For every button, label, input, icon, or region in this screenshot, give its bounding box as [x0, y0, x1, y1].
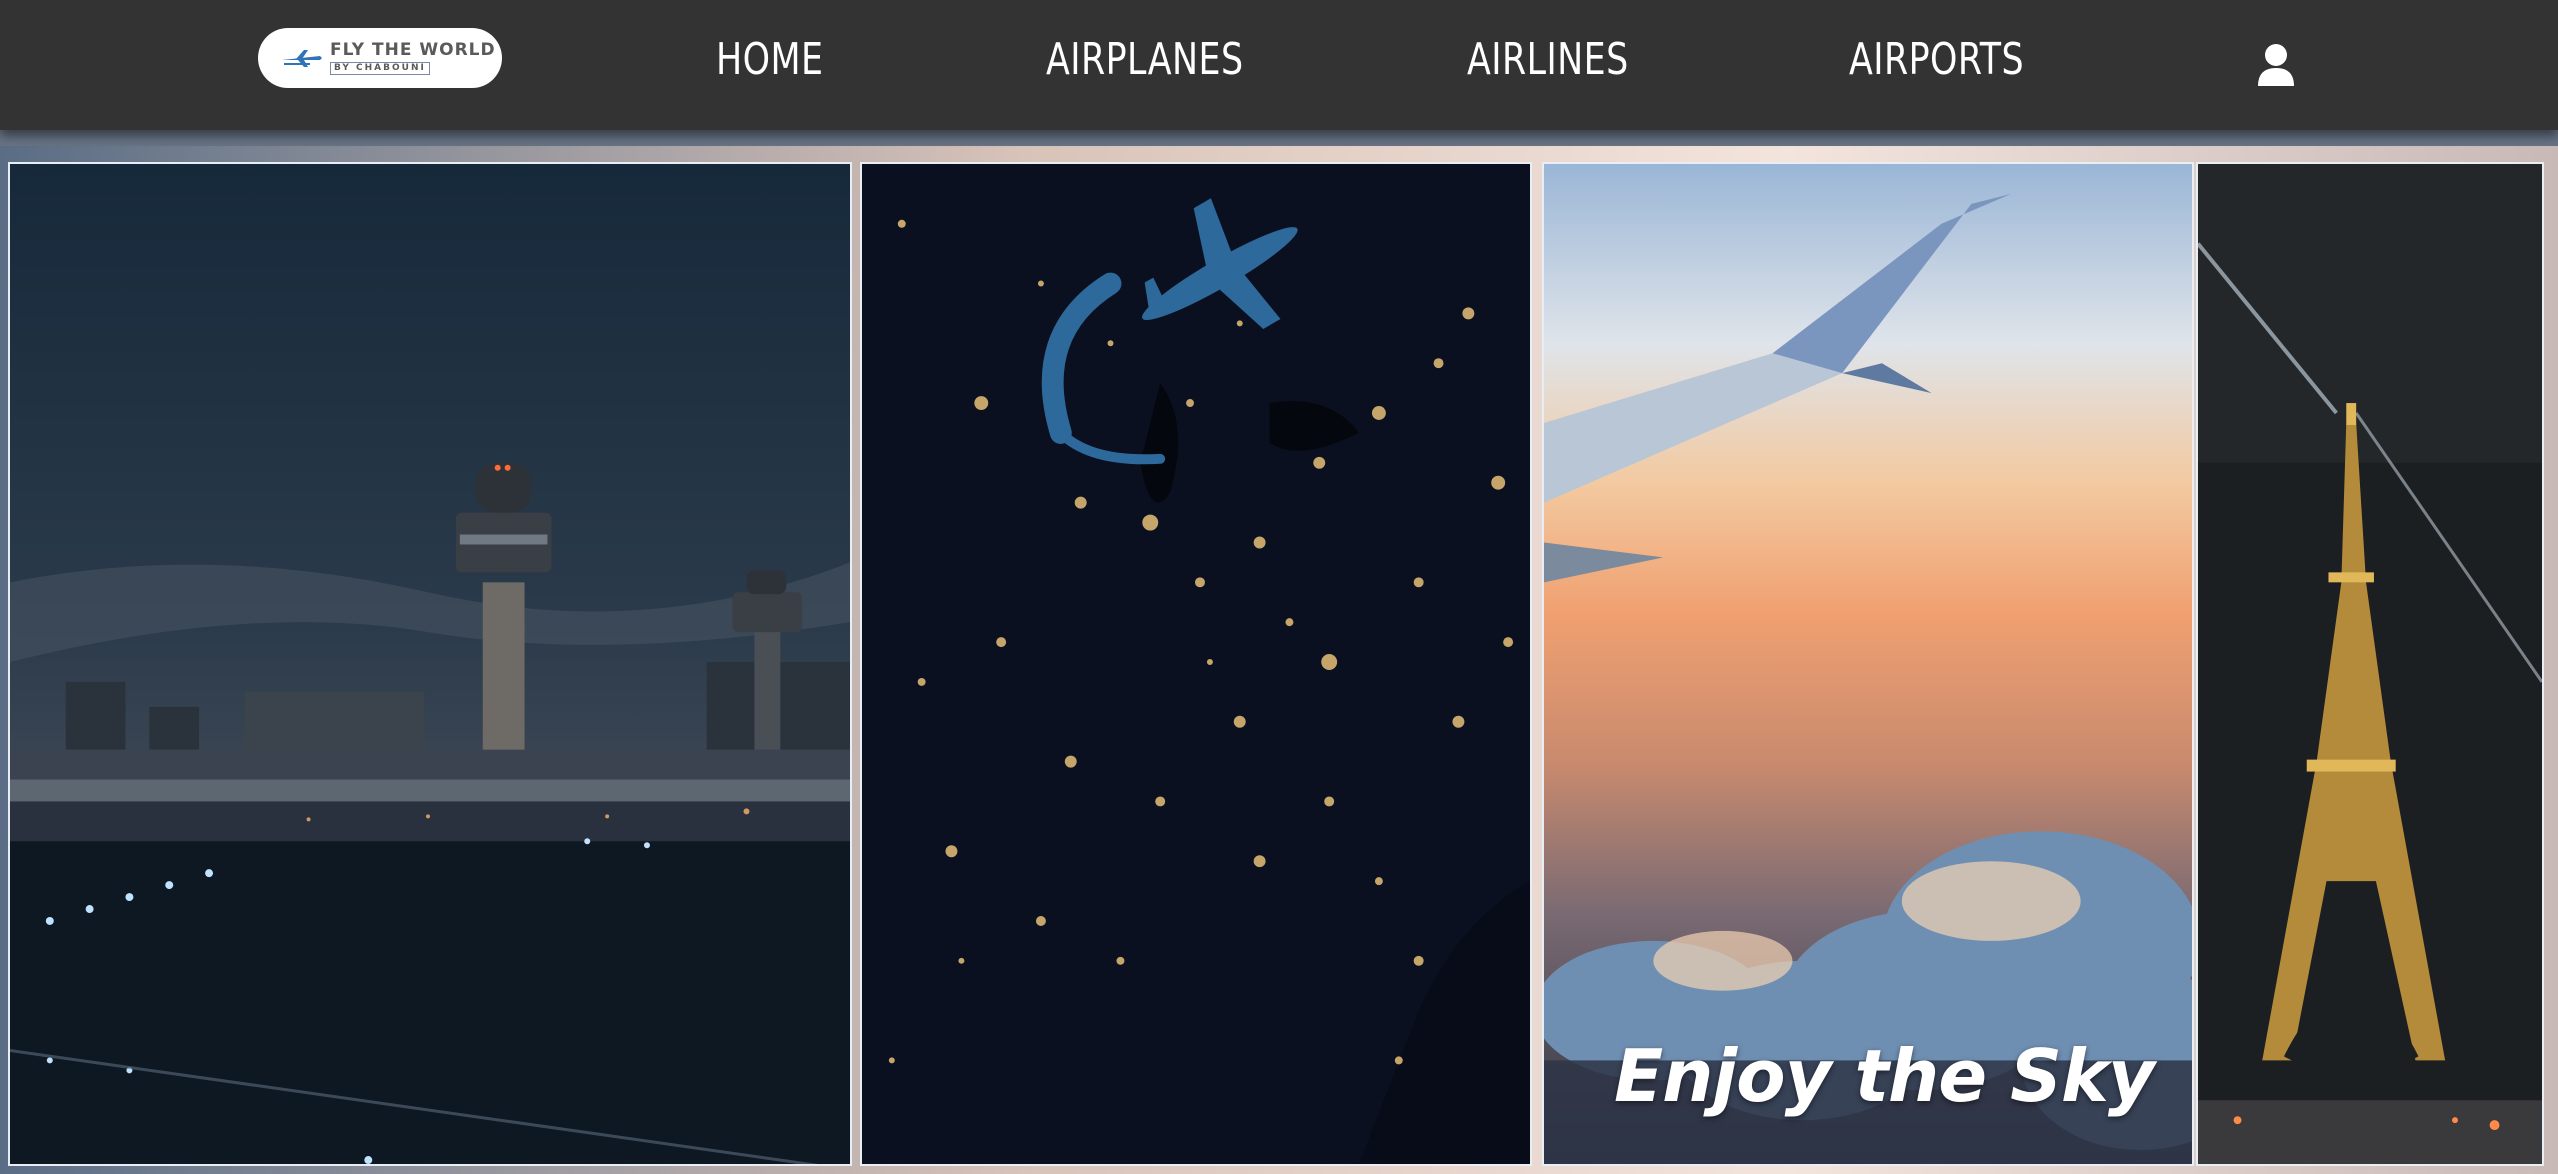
- hero-panel-airport[interactable]: [8, 162, 852, 1166]
- top-navbar: FLY THE WORLD BY CHABOUNI HOME AIRPLANES…: [0, 0, 2558, 130]
- nav-airplanes[interactable]: AIRPLANES: [1046, 34, 1244, 85]
- nav-airports[interactable]: AIRPORTS: [1849, 34, 2024, 85]
- hero-panel-wing[interactable]: [1542, 162, 2194, 1166]
- night-map-image: [862, 164, 1530, 1164]
- nav-home[interactable]: HOME: [716, 34, 823, 85]
- airplane-logo-icon: [282, 50, 322, 67]
- wing-sunset-image: [1544, 164, 2192, 1164]
- airport-tower-image: [10, 164, 850, 1164]
- eiffel-tower-image: [2198, 164, 2542, 1164]
- logo-title: FLY THE WORLD: [330, 39, 496, 60]
- brand-logo[interactable]: FLY THE WORLD BY CHABOUNI: [258, 28, 502, 88]
- logo-subtitle: BY CHABOUNI: [330, 61, 430, 75]
- hero-caption: Enjoy the Sky: [1614, 1034, 2155, 1118]
- user-icon[interactable]: [2256, 42, 2296, 88]
- nav-airlines[interactable]: AIRLINES: [1467, 34, 1629, 85]
- hero-panel-eiffel[interactable]: [2196, 162, 2544, 1166]
- hero-panel-night-map[interactable]: [860, 162, 1532, 1166]
